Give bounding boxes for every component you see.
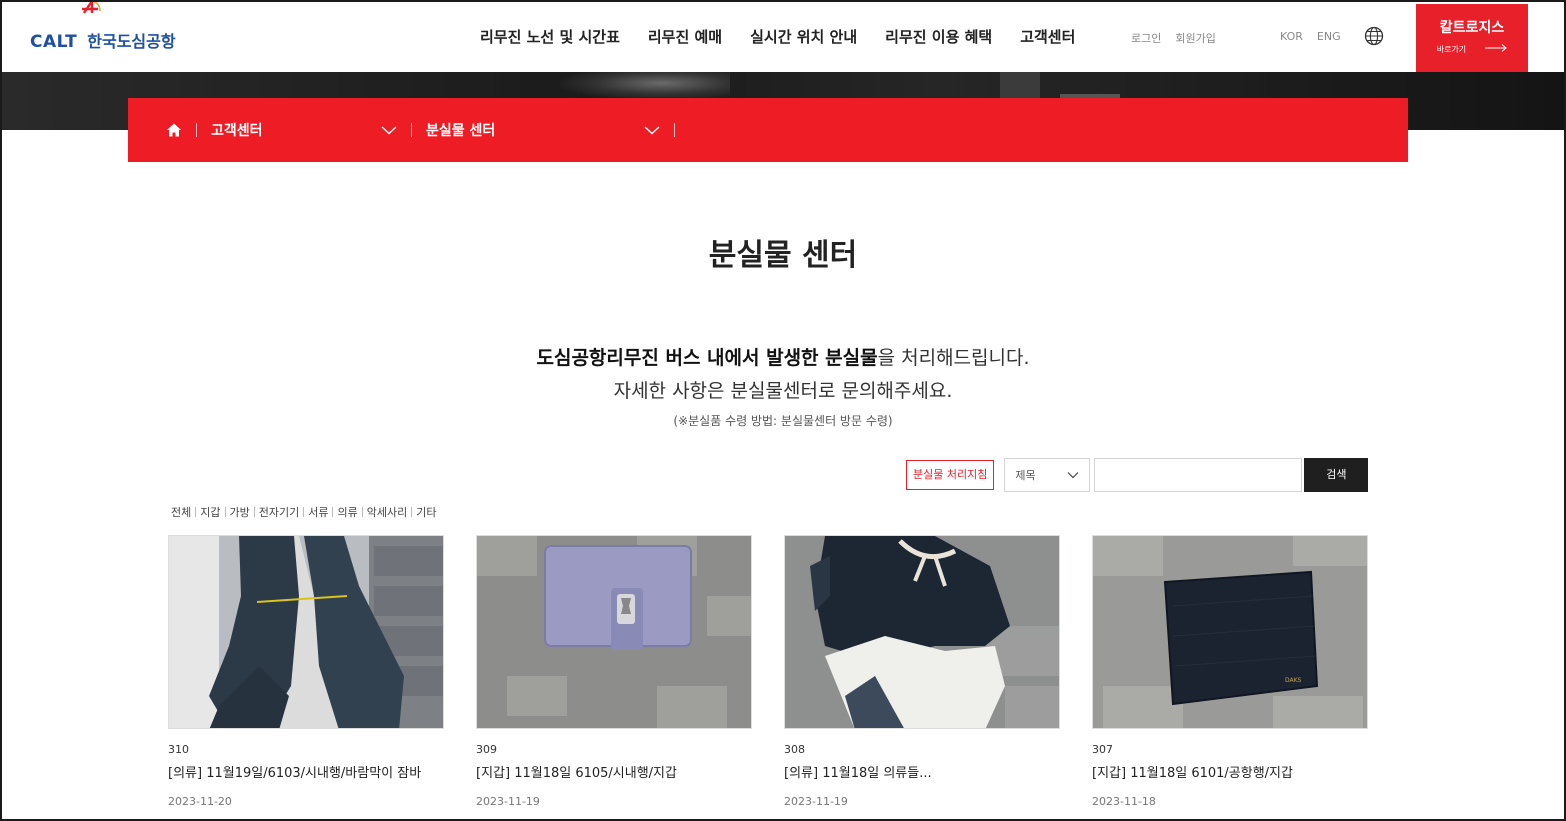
item-number: 310 bbox=[168, 743, 189, 756]
search-button[interactable]: 검색 bbox=[1304, 458, 1369, 492]
site-header: CALT 한국도심공항 리무진 노선 및 시간표 리무진 예매 실시간 위치 안… bbox=[0, 0, 1566, 72]
lang-eng-link[interactable]: ENG bbox=[1317, 30, 1341, 43]
caltlogis-shortcut-button[interactable]: 칼트로지스 바로가기 bbox=[1416, 4, 1528, 72]
divider bbox=[196, 123, 197, 137]
lost-item-guide-button[interactable]: 분실물 처리지침 bbox=[906, 460, 995, 490]
item-date: 2023-11-19 bbox=[784, 795, 848, 808]
category-clothing[interactable]: 의류 bbox=[333, 504, 361, 520]
location-dropdown-customer-center[interactable]: 고객센터 bbox=[211, 120, 397, 140]
item-date: 2023-11-20 bbox=[168, 795, 232, 808]
nav-item-customer-center[interactable]: 고객센터 bbox=[1020, 26, 1075, 47]
logo-mark-icon bbox=[82, 0, 101, 14]
category-all[interactable]: 전체 bbox=[171, 504, 195, 520]
category-bag[interactable]: 가방 bbox=[226, 504, 254, 520]
home-icon[interactable] bbox=[166, 122, 182, 138]
cta-title: 칼트로지스 bbox=[1439, 20, 1505, 36]
location-bar: 고객센터 분실물 센터 bbox=[128, 98, 1408, 162]
language-switch: KOR ENG bbox=[1280, 30, 1341, 43]
search-field-select[interactable]: 제목 bbox=[1004, 458, 1091, 492]
cta-subtitle: 바로가기 bbox=[1436, 45, 1467, 54]
nav-item-live-location[interactable]: 실시간 위치 안내 bbox=[750, 26, 857, 47]
item-photo bbox=[784, 535, 1060, 729]
divider bbox=[411, 123, 412, 137]
logo-calt-text: CALT bbox=[30, 32, 78, 52]
item-photo: DAKS bbox=[1092, 535, 1368, 729]
globe-icon[interactable] bbox=[1364, 26, 1384, 46]
category-wallet[interactable]: 지갑 bbox=[196, 504, 224, 520]
lost-item-list: 310 [의류] 11월19일/6103/시내행/바람막이 잠바 2023-11… bbox=[168, 535, 1368, 808]
logo-korean-text: 한국도심공항 bbox=[87, 32, 176, 51]
item-date: 2023-11-18 bbox=[1092, 795, 1156, 808]
main-nav: 리무진 노선 및 시간표 리무진 예매 실시간 위치 안내 리무진 이용 혜택 … bbox=[480, 26, 1075, 47]
search-bar: 분실물 처리지침 제목 검색 bbox=[906, 458, 1369, 492]
nav-item-booking[interactable]: 리무진 예매 bbox=[648, 26, 722, 47]
util-links: 로그인 회원가입 bbox=[1131, 30, 1216, 46]
svg-text:DAKS: DAKS bbox=[1285, 677, 1302, 684]
item-number: 307 bbox=[1092, 743, 1113, 756]
select-value: 제목 bbox=[1015, 469, 1036, 482]
intro-text: 도심공항리무진 버스 내에서 발생한 분실물을 처리해드립니다. 자세한 사항은… bbox=[0, 342, 1566, 408]
arrow-right-icon bbox=[1485, 43, 1508, 52]
item-title[interactable]: [지갑] 11월18일 6105/시내행/지갑 bbox=[476, 762, 752, 781]
chevron-down-icon bbox=[644, 126, 660, 135]
item-number: 309 bbox=[476, 743, 497, 756]
divider bbox=[674, 123, 675, 137]
intro-rest: 을 처리해드립니다. bbox=[877, 347, 1030, 369]
location-dropdown-lost-found[interactable]: 분실물 센터 bbox=[426, 120, 660, 140]
item-number: 308 bbox=[784, 743, 805, 756]
signup-link[interactable]: 회원가입 bbox=[1175, 30, 1215, 46]
category-etc[interactable]: 기타 bbox=[412, 504, 440, 520]
nav-item-routes[interactable]: 리무진 노선 및 시간표 bbox=[480, 26, 620, 47]
lost-item-card[interactable]: 308 [의류] 11월18일 의류들... 2023-11-19 bbox=[784, 535, 1060, 808]
item-title[interactable]: [지갑] 11월18일 6101/공항행/지갑 bbox=[1092, 762, 1368, 781]
nav-item-benefits[interactable]: 리무진 이용 혜택 bbox=[885, 26, 992, 47]
category-filter: 전체 지갑 가방 전자기기 서류 의류 악세사리 기타 bbox=[171, 504, 440, 520]
item-photo bbox=[168, 535, 444, 729]
category-electronics[interactable]: 전자기기 bbox=[255, 504, 303, 520]
item-photo bbox=[476, 535, 752, 729]
category-documents[interactable]: 서류 bbox=[304, 504, 332, 520]
intro-line2: 자세한 사항은 분실물센터로 문의해주세요. bbox=[613, 380, 953, 402]
site-logo[interactable]: CALT 한국도심공항 bbox=[30, 0, 176, 52]
chevron-down-icon bbox=[381, 126, 397, 135]
category-accessories[interactable]: 악세사리 bbox=[363, 504, 411, 520]
login-link[interactable]: 로그인 bbox=[1131, 30, 1161, 46]
search-input[interactable] bbox=[1094, 458, 1303, 492]
item-title[interactable]: [의류] 11월19일/6103/시내행/바람막이 잠바 bbox=[168, 762, 444, 781]
intro-bold: 도심공항리무진 버스 내에서 발생한 분실물 bbox=[536, 347, 878, 369]
item-title[interactable]: [의류] 11월18일 의류들... bbox=[784, 762, 1060, 781]
location-label: 고객센터 bbox=[211, 123, 263, 139]
hero-decor bbox=[1000, 72, 1040, 98]
lost-item-card[interactable]: 309 [지갑] 11월18일 6105/시내행/지갑 2023-11-19 bbox=[476, 535, 752, 808]
page-title: 분실물 센터 bbox=[708, 238, 858, 273]
lost-item-card[interactable]: 310 [의류] 11월19일/6103/시내행/바람막이 잠바 2023-11… bbox=[168, 535, 444, 808]
item-date: 2023-11-19 bbox=[476, 795, 540, 808]
lang-kor-link[interactable]: KOR bbox=[1280, 30, 1303, 43]
location-label: 분실물 센터 bbox=[426, 123, 496, 139]
lost-item-card[interactable]: DAKS 307 [지갑] 11월18일 6101/공항행/지갑 2023-11… bbox=[1092, 535, 1368, 808]
pickup-note: (※분실품 수령 방법: 분실물센터 방문 수령) bbox=[673, 414, 893, 428]
chevron-down-icon bbox=[1067, 472, 1079, 479]
